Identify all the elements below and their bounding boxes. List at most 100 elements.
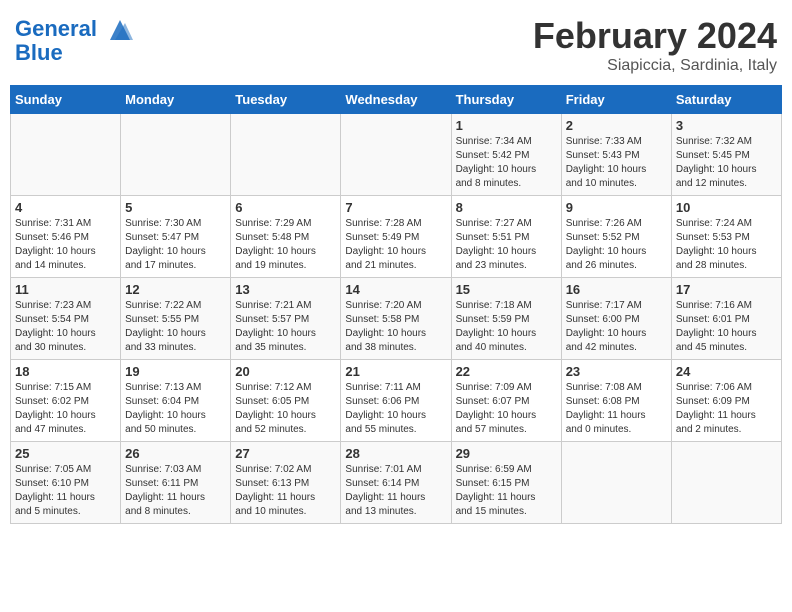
day-number: 2 bbox=[566, 118, 667, 133]
day-info: Sunrise: 6:59 AM Sunset: 6:15 PM Dayligh… bbox=[456, 463, 557, 519]
calendar-cell: 6 Sunrise: 7:29 AM Sunset: 5:48 PM Daylig… bbox=[231, 196, 341, 278]
calendar-cell: 11 Sunrise: 7:23 AM Sunset: 5:54 PM Dayli… bbox=[11, 278, 121, 360]
day-info: Sunrise: 7:02 AM Sunset: 6:13 PM Dayligh… bbox=[235, 463, 336, 519]
day-info: Sunrise: 7:17 AM Sunset: 6:00 PM Dayligh… bbox=[566, 299, 667, 355]
calendar-cell: 27 Sunrise: 7:02 AM Sunset: 6:13 PM Dayli… bbox=[231, 442, 341, 524]
day-number: 5 bbox=[125, 200, 226, 215]
calendar-cell bbox=[11, 114, 121, 196]
calendar-cell: 16 Sunrise: 7:17 AM Sunset: 6:00 PM Dayli… bbox=[561, 278, 671, 360]
day-number: 22 bbox=[456, 364, 557, 379]
calendar-subtitle: Siapiccia, Sardinia, Italy bbox=[533, 57, 777, 75]
day-number: 28 bbox=[345, 446, 446, 461]
day-info: Sunrise: 7:27 AM Sunset: 5:51 PM Dayligh… bbox=[456, 217, 557, 273]
day-number: 9 bbox=[566, 200, 667, 215]
day-number: 3 bbox=[676, 118, 777, 133]
week-row-1: 1 Sunrise: 7:34 AM Sunset: 5:42 PM Daylig… bbox=[11, 114, 782, 196]
calendar-cell bbox=[231, 114, 341, 196]
day-info: Sunrise: 7:08 AM Sunset: 6:08 PM Dayligh… bbox=[566, 381, 667, 437]
calendar-cell: 23 Sunrise: 7:08 AM Sunset: 6:08 PM Dayli… bbox=[561, 360, 671, 442]
calendar-cell: 14 Sunrise: 7:20 AM Sunset: 5:58 PM Dayli… bbox=[341, 278, 451, 360]
day-number: 13 bbox=[235, 282, 336, 297]
weekday-header-wednesday: Wednesday bbox=[341, 86, 451, 114]
calendar-cell: 20 Sunrise: 7:12 AM Sunset: 6:05 PM Dayli… bbox=[231, 360, 341, 442]
day-info: Sunrise: 7:15 AM Sunset: 6:02 PM Dayligh… bbox=[15, 381, 116, 437]
day-info: Sunrise: 7:06 AM Sunset: 6:09 PM Dayligh… bbox=[676, 381, 777, 437]
day-number: 29 bbox=[456, 446, 557, 461]
week-row-4: 18 Sunrise: 7:15 AM Sunset: 6:02 PM Dayli… bbox=[11, 360, 782, 442]
calendar-cell: 10 Sunrise: 7:24 AM Sunset: 5:53 PM Dayli… bbox=[671, 196, 781, 278]
week-row-5: 25 Sunrise: 7:05 AM Sunset: 6:10 PM Dayli… bbox=[11, 442, 782, 524]
day-info: Sunrise: 7:29 AM Sunset: 5:48 PM Dayligh… bbox=[235, 217, 336, 273]
day-number: 26 bbox=[125, 446, 226, 461]
calendar-cell bbox=[341, 114, 451, 196]
weekday-header-thursday: Thursday bbox=[451, 86, 561, 114]
day-info: Sunrise: 7:11 AM Sunset: 6:06 PM Dayligh… bbox=[345, 381, 446, 437]
day-info: Sunrise: 7:30 AM Sunset: 5:47 PM Dayligh… bbox=[125, 217, 226, 273]
day-info: Sunrise: 7:09 AM Sunset: 6:07 PM Dayligh… bbox=[456, 381, 557, 437]
calendar-cell: 29 Sunrise: 6:59 AM Sunset: 6:15 PM Dayli… bbox=[451, 442, 561, 524]
day-number: 21 bbox=[345, 364, 446, 379]
calendar-cell: 15Sunrise: 7:18 AM Sunset: 5:59 PM Dayli… bbox=[451, 278, 561, 360]
day-number: 10 bbox=[676, 200, 777, 215]
day-info: Sunrise: 7:31 AM Sunset: 5:46 PM Dayligh… bbox=[15, 217, 116, 273]
day-number: 4 bbox=[15, 200, 116, 215]
day-number: 19 bbox=[125, 364, 226, 379]
calendar-cell: 28 Sunrise: 7:01 AM Sunset: 6:14 PM Dayli… bbox=[341, 442, 451, 524]
page-header: General Blue February 2024 Siapiccia, Sa… bbox=[10, 10, 782, 75]
week-row-2: 4 Sunrise: 7:31 AM Sunset: 5:46 PM Daylig… bbox=[11, 196, 782, 278]
day-info: Sunrise: 7:28 AM Sunset: 5:49 PM Dayligh… bbox=[345, 217, 446, 273]
calendar-cell: 12Sunrise: 7:22 AM Sunset: 5:55 PM Dayli… bbox=[121, 278, 231, 360]
day-number: 16 bbox=[566, 282, 667, 297]
day-number: 6 bbox=[235, 200, 336, 215]
day-info: Sunrise: 7:24 AM Sunset: 5:53 PM Dayligh… bbox=[676, 217, 777, 273]
day-info: Sunrise: 7:21 AM Sunset: 5:57 PM Dayligh… bbox=[235, 299, 336, 355]
day-number: 11 bbox=[15, 282, 116, 297]
day-info: Sunrise: 7:33 AM Sunset: 5:43 PM Dayligh… bbox=[566, 135, 667, 191]
day-info: Sunrise: 7:22 AM Sunset: 5:55 PM Dayligh… bbox=[125, 299, 226, 355]
day-number: 1 bbox=[456, 118, 557, 133]
day-info: Sunrise: 7:12 AM Sunset: 6:05 PM Dayligh… bbox=[235, 381, 336, 437]
calendar-cell bbox=[671, 442, 781, 524]
weekday-header-monday: Monday bbox=[121, 86, 231, 114]
weekday-header-row: SundayMondayTuesdayWednesdayThursdayFrid… bbox=[11, 86, 782, 114]
logo-icon bbox=[105, 15, 135, 45]
calendar-cell: 3 Sunrise: 7:32 AM Sunset: 5:45 PM Daylig… bbox=[671, 114, 781, 196]
day-number: 18 bbox=[15, 364, 116, 379]
calendar-cell: 25 Sunrise: 7:05 AM Sunset: 6:10 PM Dayli… bbox=[11, 442, 121, 524]
day-number: 8 bbox=[456, 200, 557, 215]
weekday-header-tuesday: Tuesday bbox=[231, 86, 341, 114]
day-info: Sunrise: 7:23 AM Sunset: 5:54 PM Dayligh… bbox=[15, 299, 116, 355]
calendar-cell: 7 Sunrise: 7:28 AM Sunset: 5:49 PM Daylig… bbox=[341, 196, 451, 278]
calendar-cell: 8 Sunrise: 7:27 AM Sunset: 5:51 PM Daylig… bbox=[451, 196, 561, 278]
weekday-header-saturday: Saturday bbox=[671, 86, 781, 114]
day-info: Sunrise: 7:13 AM Sunset: 6:04 PM Dayligh… bbox=[125, 381, 226, 437]
calendar-cell: 26 Sunrise: 7:03 AM Sunset: 6:11 PM Dayli… bbox=[121, 442, 231, 524]
day-info: Sunrise: 7:16 AM Sunset: 6:01 PM Dayligh… bbox=[676, 299, 777, 355]
calendar-cell: 9Sunrise: 7:26 AM Sunset: 5:52 PM Daylig… bbox=[561, 196, 671, 278]
calendar-table: SundayMondayTuesdayWednesdayThursdayFrid… bbox=[10, 85, 782, 524]
title-area: February 2024 Siapiccia, Sardinia, Italy bbox=[533, 15, 777, 75]
logo: General Blue bbox=[15, 15, 135, 65]
day-info: Sunrise: 7:03 AM Sunset: 6:11 PM Dayligh… bbox=[125, 463, 226, 519]
calendar-cell: 21 Sunrise: 7:11 AM Sunset: 6:06 PM Dayli… bbox=[341, 360, 451, 442]
day-info: Sunrise: 7:05 AM Sunset: 6:10 PM Dayligh… bbox=[15, 463, 116, 519]
day-info: Sunrise: 7:01 AM Sunset: 6:14 PM Dayligh… bbox=[345, 463, 446, 519]
day-number: 25 bbox=[15, 446, 116, 461]
day-number: 27 bbox=[235, 446, 336, 461]
day-number: 20 bbox=[235, 364, 336, 379]
day-info: Sunrise: 7:32 AM Sunset: 5:45 PM Dayligh… bbox=[676, 135, 777, 191]
day-number: 7 bbox=[345, 200, 446, 215]
day-info: Sunrise: 7:20 AM Sunset: 5:58 PM Dayligh… bbox=[345, 299, 446, 355]
day-number: 14 bbox=[345, 282, 446, 297]
weekday-header-friday: Friday bbox=[561, 86, 671, 114]
calendar-cell: 1 Sunrise: 7:34 AM Sunset: 5:42 PM Daylig… bbox=[451, 114, 561, 196]
day-info: Sunrise: 7:34 AM Sunset: 5:42 PM Dayligh… bbox=[456, 135, 557, 191]
day-number: 24 bbox=[676, 364, 777, 379]
weekday-header-sunday: Sunday bbox=[11, 86, 121, 114]
calendar-cell: 19 Sunrise: 7:13 AM Sunset: 6:04 PM Dayli… bbox=[121, 360, 231, 442]
calendar-cell: 4 Sunrise: 7:31 AM Sunset: 5:46 PM Daylig… bbox=[11, 196, 121, 278]
calendar-cell bbox=[561, 442, 671, 524]
calendar-cell: 13 Sunrise: 7:21 AM Sunset: 5:57 PM Dayli… bbox=[231, 278, 341, 360]
day-number: 23 bbox=[566, 364, 667, 379]
calendar-cell: 5 Sunrise: 7:30 AM Sunset: 5:47 PM Daylig… bbox=[121, 196, 231, 278]
